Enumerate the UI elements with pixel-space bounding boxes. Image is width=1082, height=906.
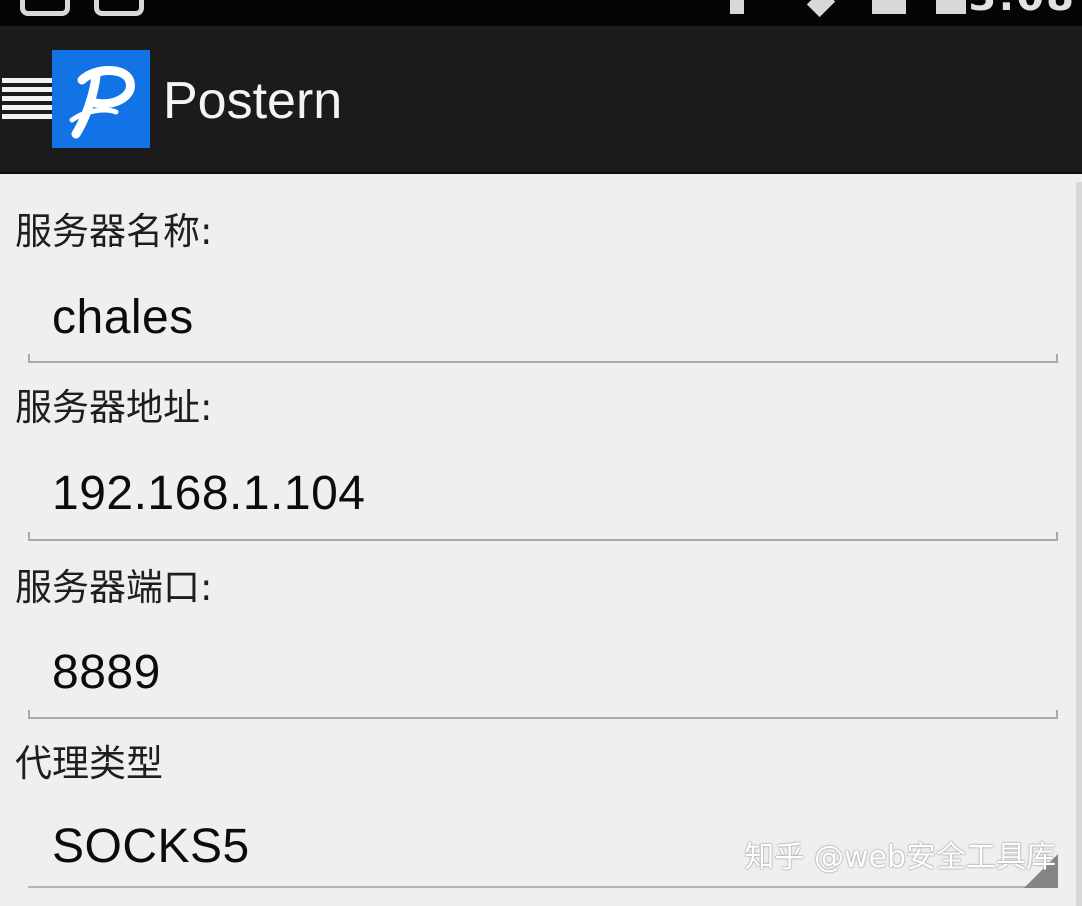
app-title: Postern (163, 72, 343, 130)
server-name-underline (28, 354, 1058, 363)
server-port-label: 服务器端口: (15, 566, 213, 609)
status-bar: 3:08 (0, 0, 1082, 26)
status-time: 3:08 (969, 0, 1077, 20)
server-name-field[interactable]: chales (52, 290, 194, 346)
menu-icon[interactable] (2, 78, 52, 120)
signal-icon (730, 0, 744, 14)
server-name-label: 服务器名称: (15, 210, 213, 253)
server-port-field[interactable]: 8889 (52, 645, 161, 701)
server-address-field[interactable]: 192.168.1.104 (52, 466, 365, 522)
proxy-type-select[interactable]: SOCKS5 (52, 819, 250, 875)
proxy-type-label: 代理类型 (15, 742, 163, 785)
settings-form: 服务器名称: chales 服务器地址: 192.168.1.104 服务器端口… (0, 174, 1082, 906)
wifi-icon (806, 0, 836, 18)
notification-icon (94, 0, 144, 16)
battery-icon (936, 0, 966, 14)
watermark: 知乎 @web安全工具库 (744, 840, 1056, 875)
postern-logo-icon[interactable] (52, 50, 150, 148)
scrollbar[interactable] (1076, 182, 1082, 906)
app-bar: Postern (0, 26, 1082, 174)
proxy-type-underline (28, 886, 1058, 888)
server-port-underline (28, 710, 1058, 719)
server-address-underline (28, 532, 1058, 541)
server-address-label: 服务器地址: (15, 386, 213, 429)
notification-icon (20, 0, 70, 16)
cellular-icon (872, 0, 906, 14)
